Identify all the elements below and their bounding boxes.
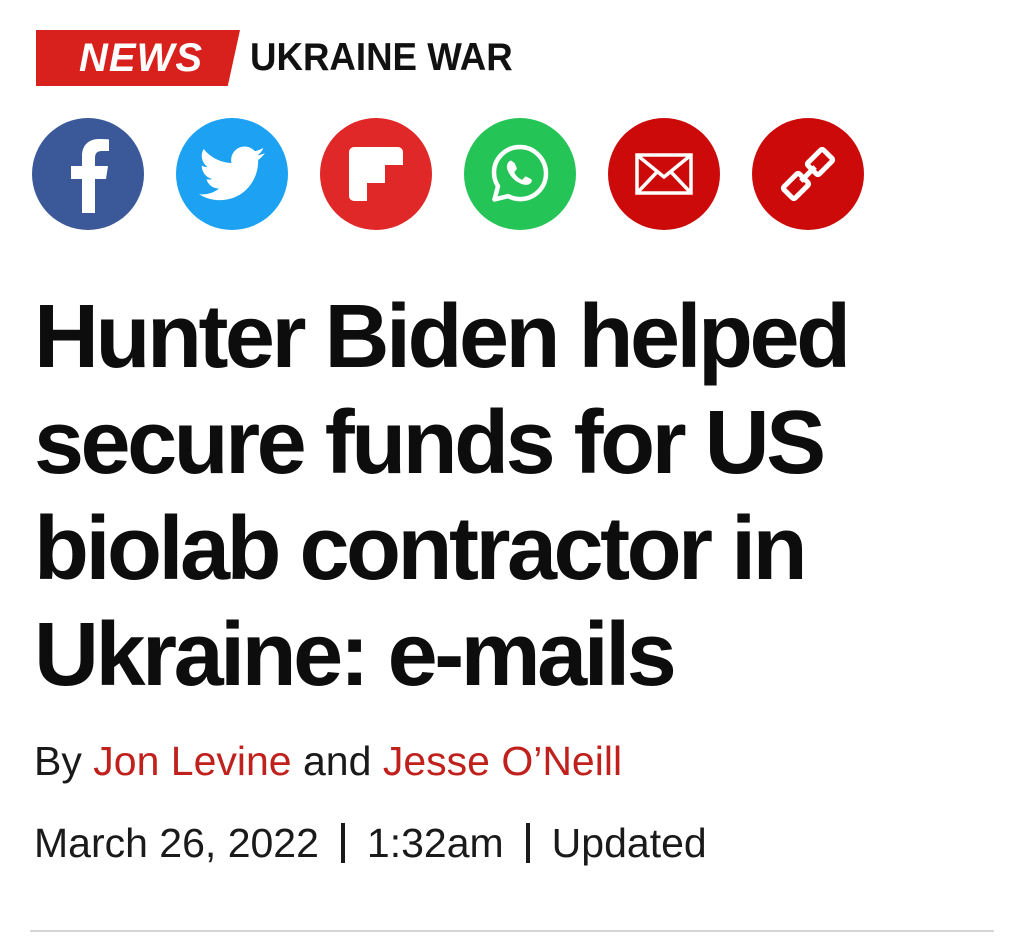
author-link-2[interactable]: Jesse O’Neill (383, 738, 622, 784)
publish-date: March 26, 2022 (34, 820, 319, 866)
news-badge-label: NEWS (79, 35, 203, 80)
share-email-button[interactable] (608, 118, 720, 230)
facebook-icon (63, 135, 113, 213)
divider (30, 930, 994, 932)
article-header: NEWS UKRAINE WAR Hunter Biden helped sec… (0, 0, 1024, 936)
separator (525, 823, 530, 863)
section-tag-row: NEWS UKRAINE WAR (36, 30, 530, 86)
copy-link-button[interactable] (752, 118, 864, 230)
news-badge[interactable]: NEWS (36, 30, 240, 86)
byline-conjunction: and (303, 738, 372, 784)
flipboard-icon (349, 147, 403, 201)
link-icon (778, 144, 838, 204)
byline-prefix: By (34, 738, 82, 784)
share-twitter-button[interactable] (176, 118, 288, 230)
byline: By Jon Levine and Jesse O’Neill (34, 736, 622, 786)
section-topic-link[interactable]: UKRAINE WAR (250, 36, 513, 80)
share-facebook-button[interactable] (32, 118, 144, 230)
updated-label: Updated (551, 820, 707, 866)
separator (340, 823, 345, 863)
article-headline: Hunter Biden helped secure funds for US … (34, 287, 851, 705)
twitter-icon (199, 146, 265, 202)
author-link-1[interactable]: Jon Levine (93, 738, 291, 784)
publish-time: 1:32am (366, 820, 504, 866)
whatsapp-icon (487, 141, 553, 207)
envelope-icon (635, 153, 693, 195)
share-bar (32, 118, 864, 230)
share-whatsapp-button[interactable] (464, 118, 576, 230)
share-flipboard-button[interactable] (320, 118, 432, 230)
publish-timestamp: March 26, 2022 1:32am Updated (34, 818, 707, 868)
